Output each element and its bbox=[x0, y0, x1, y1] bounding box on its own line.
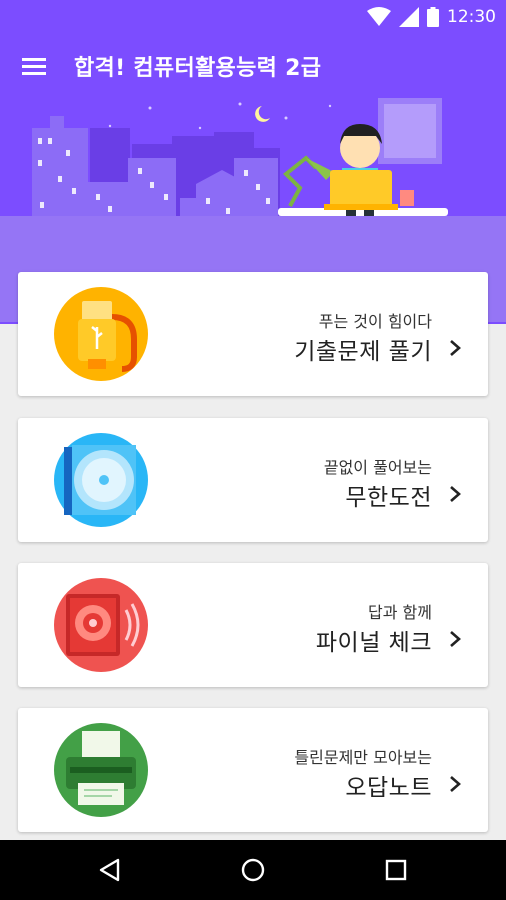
status-icons: 12:30 bbox=[367, 6, 496, 28]
card-title: 파이널 체크 bbox=[315, 630, 432, 656]
card-subtitle: 틀린문제만 모아보는 bbox=[294, 748, 432, 767]
wrong-answer-note-card[interactable]: 틀린문제만 모아보는 오답노트 bbox=[18, 708, 488, 832]
printer-icon bbox=[54, 723, 148, 817]
app-title: 합격! 컴퓨터활용능력 2급 bbox=[74, 56, 322, 81]
chevron-right-icon bbox=[450, 340, 461, 356]
card-subtitle: 푸는 것이 힘이다 bbox=[318, 312, 432, 331]
cell-signal-icon bbox=[399, 7, 419, 27]
past-exam-card[interactable]: 푸는 것이 힘이다 기출문제 풀기 bbox=[18, 272, 488, 396]
card-title: 오답노트 bbox=[345, 775, 432, 801]
app-bar: 합격! 컴퓨터활용능력 2급 bbox=[0, 34, 506, 98]
status-time: 12:30 bbox=[447, 7, 496, 27]
cd-disc-icon bbox=[54, 433, 148, 527]
wifi-icon bbox=[367, 7, 391, 26]
system-nav-bar bbox=[0, 840, 506, 900]
card-title: 기출문제 풀기 bbox=[294, 339, 432, 365]
chevron-right-icon bbox=[450, 486, 461, 502]
status-bar: 12:30 bbox=[0, 0, 506, 34]
hamburger-menu-icon[interactable] bbox=[18, 50, 50, 82]
home-circle-icon[interactable] bbox=[237, 854, 269, 886]
battery-icon bbox=[427, 7, 439, 27]
recent-apps-square-icon[interactable] bbox=[380, 854, 412, 886]
usb-drive-icon bbox=[54, 287, 148, 381]
final-check-card[interactable]: 답과 함께 파이널 체크 bbox=[18, 563, 488, 687]
infinite-challenge-card[interactable]: 끝없이 풀어보는 무한도전 bbox=[18, 418, 488, 542]
card-title: 무한도전 bbox=[345, 485, 432, 511]
speaker-icon bbox=[54, 578, 148, 672]
back-triangle-icon[interactable] bbox=[94, 854, 126, 886]
card-subtitle: 끝없이 풀어보는 bbox=[323, 458, 432, 477]
card-subtitle: 답과 함께 bbox=[368, 603, 432, 622]
chevron-right-icon bbox=[450, 776, 461, 792]
chevron-right-icon bbox=[450, 631, 461, 647]
